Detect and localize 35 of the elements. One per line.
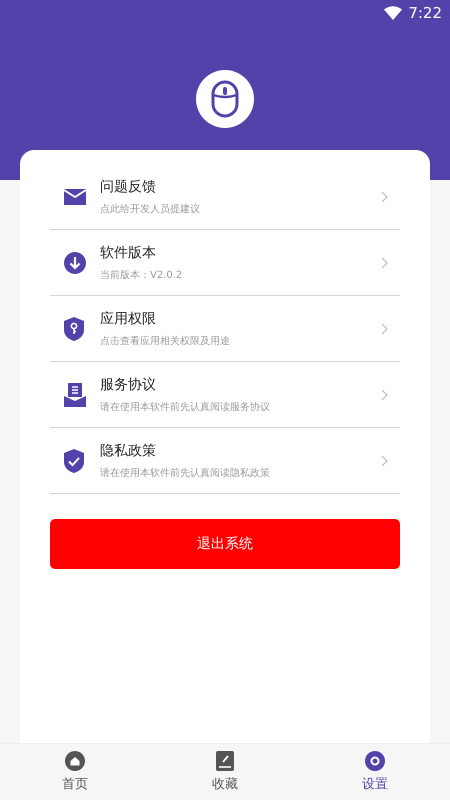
chevron-right-icon — [381, 190, 388, 202]
document-tray-icon — [64, 382, 86, 406]
chevron-right-icon — [381, 322, 388, 334]
nav-tab[interactable]: 首页 — [0, 744, 150, 800]
row-subtitle: 请在使用本软件前先认真阅读服务协议 — [100, 400, 271, 414]
row-title: 问题反馈 — [100, 178, 157, 196]
row-title: 服务协议 — [100, 376, 157, 394]
settings-row[interactable]: 服务协议 请在使用本软件前先认真阅读服务协议 — [50, 362, 400, 428]
settings-row[interactable]: 问题反馈 点此给开发人员提建议 — [50, 164, 400, 230]
shield-key-icon — [64, 316, 84, 340]
logout-button[interactable]: 退出系统 — [50, 519, 400, 569]
chevron-right-icon — [381, 256, 388, 268]
row-title: 隐私政策 — [100, 442, 157, 460]
row-title: 应用权限 — [100, 310, 157, 328]
nav-tab[interactable]: 收藏 — [150, 744, 300, 800]
row-title: 软件版本 — [100, 244, 157, 262]
download-icon — [64, 252, 86, 274]
row-subtitle: 当前版本：V2.0.2 — [100, 268, 184, 282]
settings-row[interactable]: 软件版本 当前版本：V2.0.2 — [50, 230, 400, 296]
settings-row[interactable]: 应用权限 点击查看应用相关权限及用途 — [50, 296, 400, 362]
wifi-icon — [384, 6, 402, 20]
status-time: 7:22 — [408, 4, 442, 22]
chevron-right-icon — [381, 454, 388, 466]
shield-check-icon — [64, 448, 84, 472]
row-subtitle: 请在使用本软件前先认真阅读隐私政策 — [100, 466, 271, 480]
nav-tab[interactable]: 设置 — [300, 744, 450, 800]
settings-icon — [365, 751, 385, 771]
chevron-right-icon — [381, 388, 388, 400]
row-subtitle: 点此给开发人员提建议 — [100, 202, 201, 216]
settings-row[interactable]: 隐私政策 请在使用本软件前先认真阅读隐私政策 — [50, 428, 400, 494]
mouse-logo-icon — [196, 70, 254, 128]
row-subtitle: 点击查看应用相关权限及用途 — [100, 334, 231, 348]
home-icon — [65, 751, 85, 771]
mail-icon — [64, 188, 86, 204]
edit-note-icon — [216, 751, 234, 771]
